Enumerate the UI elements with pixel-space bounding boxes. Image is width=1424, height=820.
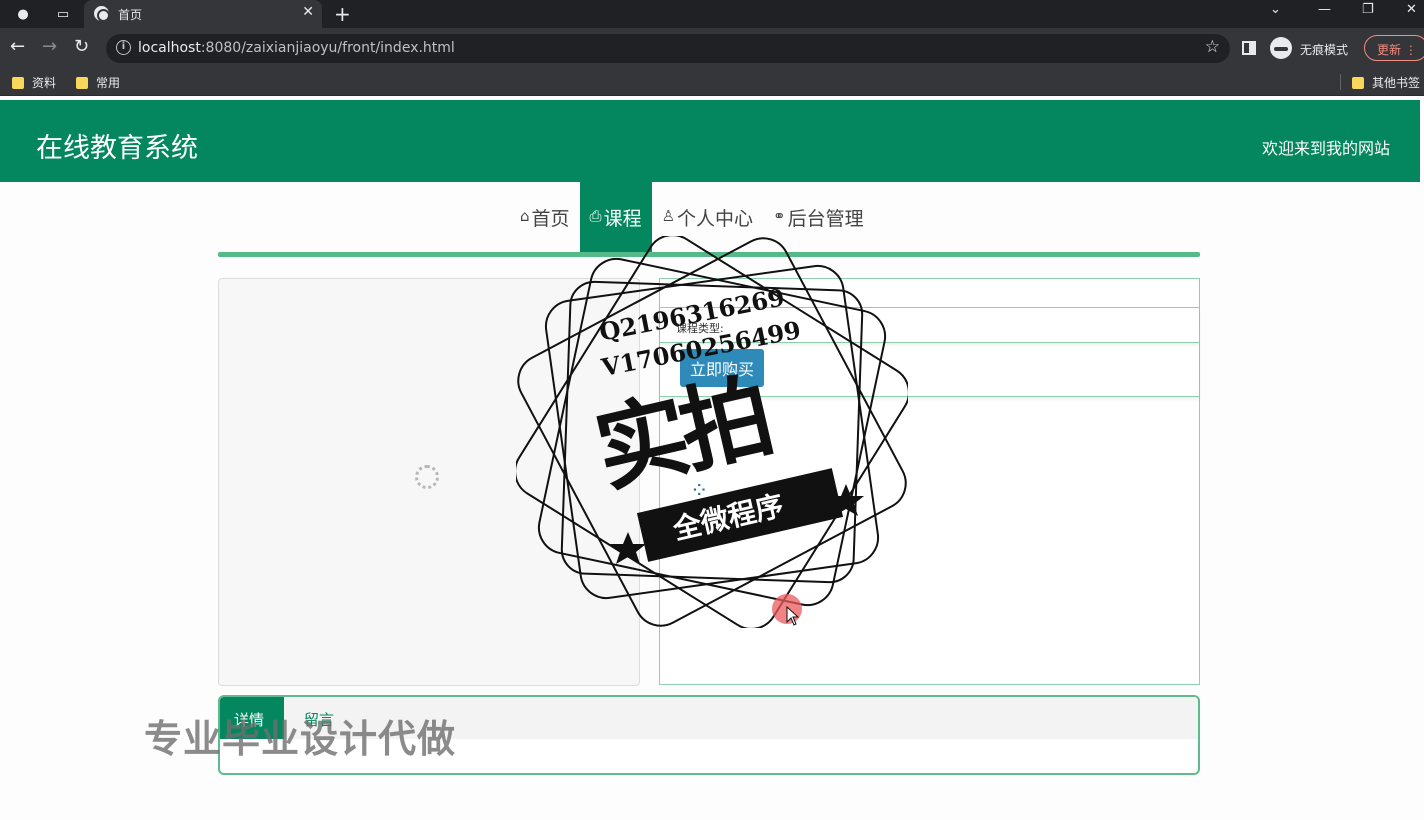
watermark-bottom-text: 专业毕业设计代做 [144,717,457,761]
tab-search-icon[interactable]: ▭ [54,5,72,23]
user-icon: ♙ [661,207,676,225]
site-info-icon[interactable]: i [116,40,131,55]
other-bookmarks-label: 其他书签 [1372,76,1421,90]
folder-icon [1352,76,1364,89]
side-panel-icon[interactable] [1242,41,1256,55]
print-icon: ⎙ [589,207,602,225]
url-host: localhost [138,40,201,56]
minimize-icon[interactable]: — [1318,2,1331,17]
globe-icon[interactable]: ● [14,5,32,23]
site-title: 在线教育系统 [36,133,198,164]
close-tab-icon[interactable]: ✕ [302,4,314,20]
home-icon: ⌂ [520,207,530,225]
address-bar[interactable]: i localhost:8080/zaixianjiaoyu/front/ind… [106,34,1230,63]
browser-tab-bar: ● ▭ 首页 ✕ + ⌄ — ❐ ✕ [0,0,1424,28]
nav-label: 首页 [531,208,570,230]
bookmark-folder[interactable]: 资料 [12,74,56,91]
loading-spinner-icon [415,465,439,489]
bookmark-label: 常用 [96,76,121,90]
incognito-label[interactable]: 无痕模式 [1300,41,1348,58]
other-bookmarks[interactable]: 其他书签 [1352,74,1420,91]
url-path: :8080/zaixianjiaoyu/front/index.html [200,40,455,56]
url-text[interactable]: localhost:8080/zaixianjiaoyu/front/index… [138,40,455,56]
tab-favicon-icon [94,6,110,22]
nav-label: 个人中心 [677,208,754,230]
bookmark-star-icon[interactable]: ☆ [1205,37,1220,57]
link-icon: ⚭ [773,207,786,225]
bookmark-folder[interactable]: 常用 [76,74,120,91]
update-label: 更新 [1377,43,1402,57]
nav-label: 课程 [603,208,642,230]
restore-icon[interactable]: ❐ [1362,2,1374,17]
reload-icon[interactable]: ↻ [74,36,89,57]
site-header: 在线教育系统 欢迎来到我的网站 [0,100,1420,182]
folder-icon [76,76,88,89]
chevron-down-icon[interactable]: ⌄ [1270,2,1281,17]
folder-icon [12,76,24,89]
back-icon[interactable]: ← [10,36,25,57]
browser-tab[interactable]: 首页 ✕ [84,0,322,28]
mouse-cursor-icon [786,606,800,626]
update-button[interactable]: 更新 ⋮ [1364,35,1424,61]
browser-toolbar: ← → ↻ i localhost:8080/zaixianjiaoyu/fro… [0,28,1424,68]
new-tab-icon[interactable]: + [334,2,351,26]
bookmark-separator [1340,74,1341,90]
welcome-text: 欢迎来到我的网站 [1261,139,1390,158]
nav-label: 后台管理 [787,208,864,230]
bookmark-label: 资料 [32,76,57,90]
incognito-icon[interactable] [1270,37,1292,59]
bookmarks-bar: 资料 常用 其他书签 [0,68,1424,96]
forward-icon[interactable]: → [42,36,57,57]
close-window-icon[interactable]: ✕ [1406,2,1417,17]
tab-title: 首页 [118,8,143,22]
